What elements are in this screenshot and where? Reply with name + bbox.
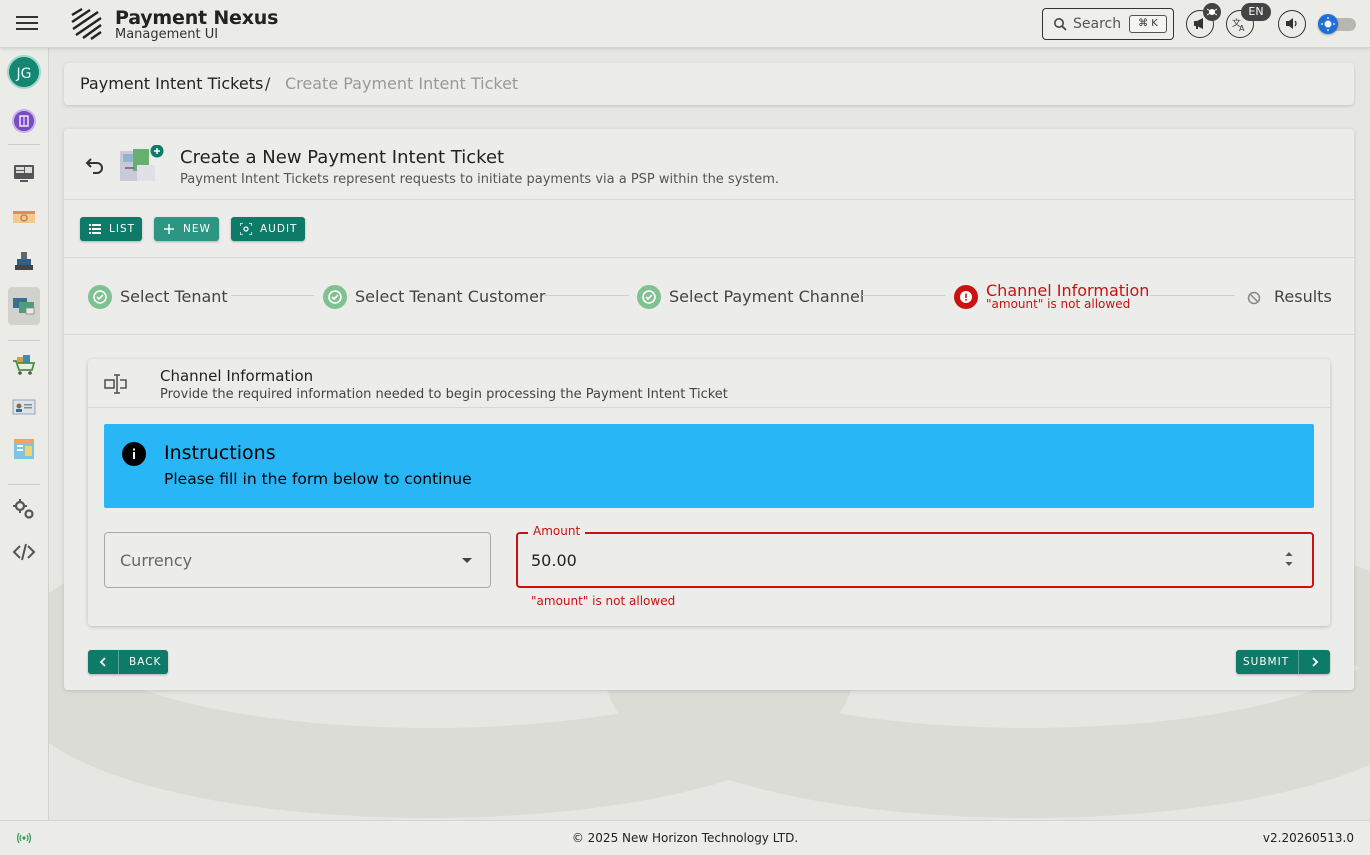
building-icon (19, 115, 29, 127)
divider (64, 334, 1354, 335)
instructions-alert: Instructions Please fill in the form bel… (104, 424, 1314, 508)
avatar[interactable]: JG (7, 55, 41, 89)
back-button-label: BACK (129, 656, 162, 668)
create-ticket-card: Create a New Payment Intent Ticket Payme… (64, 129, 1354, 690)
chevron-right-icon (1312, 657, 1319, 667)
step-label: Select Payment Channel (669, 287, 865, 306)
divider (64, 257, 1354, 258)
volume-icon (1286, 18, 1297, 29)
amount-field: Amount (516, 524, 1314, 588)
theme-toggle[interactable] (1318, 14, 1358, 34)
audit-button[interactable]: AUDIT (231, 217, 305, 241)
menu-icon[interactable] (16, 14, 38, 34)
version-text: v2.20260513.0 (1262, 831, 1354, 845)
settings-gears-icon[interactable] (9, 495, 39, 525)
search-icon (1054, 18, 1067, 31)
alert-text: Please fill in the form below to continu… (164, 470, 472, 488)
list-button-label: LIST (109, 223, 136, 235)
currency-placeholder: Currency (120, 551, 193, 570)
amount-label: Amount (528, 524, 586, 538)
breadcrumb: Payment Intent Tickets / Create Payment … (64, 63, 1354, 105)
dropdown-arrow-icon (462, 558, 472, 563)
alert-title: Instructions (164, 442, 276, 464)
error-circle-icon (954, 285, 978, 309)
step-connector (231, 295, 314, 296)
breadcrumb-separator: / (265, 74, 271, 93)
list-icon (89, 224, 101, 234)
divider (88, 407, 1330, 408)
breadcrumb-current: Create Payment Intent Ticket (285, 74, 519, 93)
app-title: Payment Nexus (115, 7, 279, 29)
breadcrumb-root-link[interactable]: Payment Intent Tickets (80, 74, 263, 93)
terminal-icon[interactable] (9, 246, 39, 276)
code-icon[interactable] (9, 537, 39, 567)
dashboard-icon[interactable] (9, 158, 39, 188)
number-spinner-icon[interactable] (1284, 549, 1294, 569)
check-circle-icon (637, 285, 661, 309)
amount-input[interactable] (531, 548, 1251, 572)
submit-button-label: SUBMIT (1243, 656, 1290, 668)
currency-select[interactable]: Currency (104, 532, 491, 588)
new-button[interactable]: NEW (154, 217, 219, 241)
undo-back-icon[interactable] (84, 153, 106, 175)
amount-error-text: "amount" is not allowed (531, 594, 676, 608)
list-button[interactable]: LIST (80, 217, 142, 241)
channel-information-card: Channel Information Provide the required… (88, 359, 1330, 626)
top-bar: Payment Nexus Management UI Search ⌘ K 文… (0, 0, 1370, 48)
search-button[interactable]: Search ⌘ K (1042, 8, 1174, 40)
submit-button[interactable]: SUBMIT (1236, 650, 1330, 674)
new-button-label: NEW (183, 223, 211, 235)
sun-icon (1321, 17, 1335, 31)
id-card-icon[interactable] (9, 392, 39, 422)
logo-icon (71, 7, 102, 40)
banner-icon[interactable] (9, 202, 39, 232)
footer: © 2025 New Horizon Technology LTD. v2.20… (0, 820, 1370, 855)
page-title: Create a New Payment Intent Ticket (180, 147, 505, 168)
language-badge[interactable]: EN (1241, 3, 1271, 21)
info-icon (122, 442, 146, 466)
check-circle-icon (323, 285, 347, 309)
bug-icon (1206, 8, 1218, 16)
ticket-illustration-icon (120, 145, 164, 181)
back-button[interactable]: BACK (88, 650, 168, 674)
step-error-text: "amount" is not allowed (986, 297, 1131, 311)
report-icon[interactable] (9, 434, 39, 464)
payment-intent-icon[interactable] (8, 287, 40, 325)
page-subtitle: Payment Intent Tickets represent request… (180, 172, 780, 187)
step-connector (862, 295, 945, 296)
form-input-icon (104, 374, 127, 394)
divider (64, 199, 1354, 200)
sound-button[interactable] (1278, 10, 1306, 38)
audit-scan-icon (240, 223, 252, 235)
plus-icon (164, 224, 174, 234)
step-label: Select Tenant Customer (355, 287, 546, 306)
cart-icon[interactable] (9, 349, 39, 379)
step-label: Select Tenant (120, 287, 228, 306)
step-connector (1150, 295, 1235, 296)
svg-text:A: A (1239, 24, 1245, 32)
search-label: Search (1073, 16, 1122, 32)
step-connector (545, 295, 629, 296)
disabled-icon (1247, 291, 1261, 305)
audit-button-label: AUDIT (260, 223, 298, 235)
section-subtitle: Provide the required information needed … (160, 387, 728, 402)
copyright-text: © 2025 New Horizon Technology LTD. (571, 831, 799, 845)
tenant-switcher[interactable] (12, 109, 36, 133)
step-label: Results (1274, 287, 1332, 306)
sidebar: JG (0, 48, 49, 820)
app-subtitle: Management UI (115, 27, 219, 42)
check-circle-icon (88, 285, 112, 309)
bug-report-badge[interactable] (1203, 3, 1221, 21)
chevron-left-icon (99, 657, 106, 667)
search-shortcut: ⌘ K (1129, 15, 1167, 33)
section-title: Channel Information (160, 367, 314, 385)
